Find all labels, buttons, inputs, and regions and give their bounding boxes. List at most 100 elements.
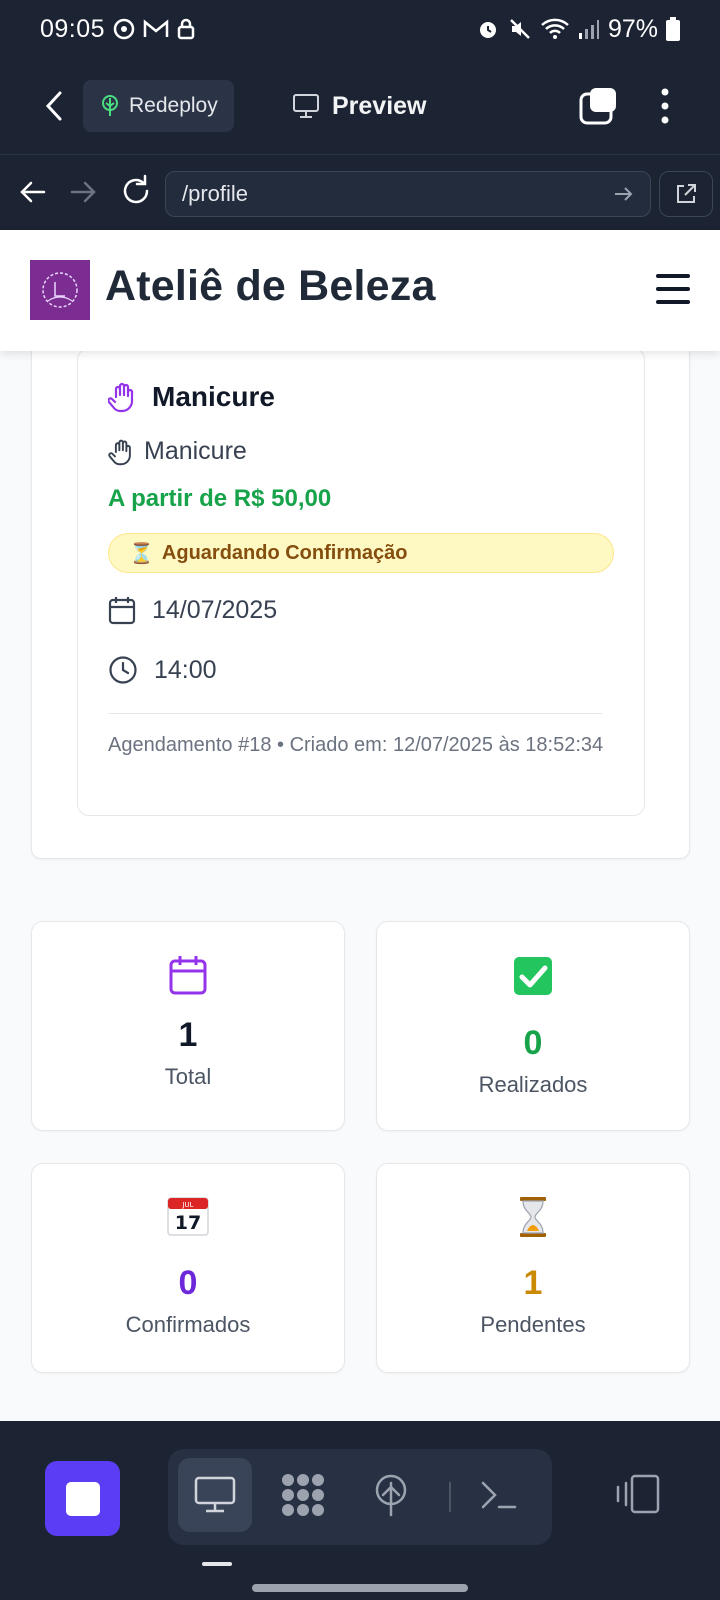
redeploy-tree-icon xyxy=(102,95,118,116)
appointment-time-row: 14:00 xyxy=(108,655,217,685)
stat-value: 0 xyxy=(523,1024,543,1062)
appointment-price: A partir de R$ 50,00 xyxy=(108,485,332,512)
appointment-service: Manicure xyxy=(144,437,247,465)
home-indicator[interactable] xyxy=(252,1584,468,1592)
wifi-icon xyxy=(540,17,570,41)
monitor-icon xyxy=(293,94,319,118)
status-bar: 09:05 97% xyxy=(0,0,720,58)
external-link-icon xyxy=(677,184,696,203)
hourglass-icon: ⏳ xyxy=(129,542,154,565)
tool-integrations[interactable] xyxy=(266,1458,340,1532)
gmail-icon xyxy=(143,19,169,39)
logo-emblem-icon xyxy=(42,272,78,308)
appointment-date-row: 14/07/2025 xyxy=(108,595,277,625)
menu-button[interactable] xyxy=(656,274,690,304)
device-frame-icon xyxy=(616,1474,660,1514)
stat-label: Realizados xyxy=(478,1072,588,1097)
url-field[interactable]: /profile xyxy=(165,171,651,217)
arrow-left-icon xyxy=(20,181,46,203)
arrow-right-icon xyxy=(70,181,96,203)
appointment-service-row: Manicure xyxy=(108,437,247,466)
signal-icon xyxy=(578,18,600,40)
integrations-icon xyxy=(282,1474,324,1516)
divider xyxy=(108,713,602,714)
stop-button[interactable] xyxy=(45,1461,120,1536)
browser-bar: /profile xyxy=(0,154,720,230)
alarm-icon xyxy=(476,17,500,41)
monitor-icon xyxy=(194,1476,236,1513)
appointment-title: Manicure xyxy=(152,381,275,412)
stat-card-confirmados: JUL 17 0 Confirmados xyxy=(31,1163,345,1373)
preview-label: Preview xyxy=(332,91,427,120)
calendar-icon xyxy=(108,597,136,625)
browser-back-button[interactable] xyxy=(16,175,50,209)
battery-percent: 97% xyxy=(607,14,658,43)
windows-button[interactable] xyxy=(578,86,618,126)
hand-icon xyxy=(108,382,134,413)
appointment-date: 14/07/2025 xyxy=(152,595,278,624)
calendar-icon xyxy=(169,956,207,995)
appointment-meta: Agendamento #18 • Criado em: 12/07/2025 … xyxy=(108,734,604,756)
back-button[interactable] xyxy=(36,86,72,126)
stat-card-total: 1 Total xyxy=(31,921,345,1131)
calendar-17-icon: JUL 17 xyxy=(167,1197,209,1236)
profile-content: Manicure Manicure A partir de R$ 50,00 ⏳… xyxy=(0,331,720,1421)
clock-icon xyxy=(109,656,137,684)
stat-label: Total xyxy=(164,1064,212,1089)
tool-deploy[interactable] xyxy=(354,1458,428,1532)
appointment-header: Manicure xyxy=(108,381,275,413)
stat-card-pendentes: 1 Pendentes xyxy=(376,1163,690,1373)
tool-group xyxy=(168,1449,552,1545)
sync-icon xyxy=(113,18,135,40)
svg-text:17: 17 xyxy=(175,1212,201,1234)
stacked-windows-icon xyxy=(579,88,616,125)
bottom-nav xyxy=(0,1421,720,1600)
appointment-card: Manicure Manicure A partir de R$ 50,00 ⏳… xyxy=(77,348,645,816)
terminal-icon xyxy=(481,1481,517,1509)
redeploy-label: Redeploy xyxy=(129,94,218,117)
url-go-icon[interactable] xyxy=(612,183,634,205)
preview-tab[interactable]: Preview xyxy=(292,82,427,130)
status-text: Aguardando Confirmação xyxy=(161,541,408,564)
open-external-button[interactable] xyxy=(659,171,713,217)
stat-label: Confirmados xyxy=(125,1312,251,1337)
stat-value: 1 xyxy=(523,1264,543,1302)
lock-icon xyxy=(177,18,195,40)
hamburger-line xyxy=(656,287,690,291)
device-toggle-button[interactable] xyxy=(614,1473,664,1517)
more-vertical-icon xyxy=(661,88,669,124)
hamburger-line xyxy=(656,274,690,278)
chevron-left-icon xyxy=(45,91,62,121)
site-title: Ateliê de Beleza xyxy=(105,262,436,310)
deploy-icon xyxy=(375,1474,407,1517)
hamburger-line xyxy=(656,300,690,304)
stat-value: 0 xyxy=(178,1264,198,1302)
stat-label: Pendentes xyxy=(480,1312,586,1337)
browser-forward-button[interactable] xyxy=(66,175,100,209)
tool-console[interactable] xyxy=(462,1458,536,1532)
check-mark-icon xyxy=(514,957,552,995)
appointment-time: 14:00 xyxy=(154,655,217,684)
tool-separator xyxy=(449,1482,451,1512)
battery-icon xyxy=(666,17,680,41)
site-logo[interactable] xyxy=(30,260,90,320)
active-tool-indicator xyxy=(202,1562,232,1566)
status-time: 09:05 xyxy=(40,14,106,43)
redeploy-button[interactable]: Redeploy xyxy=(83,80,234,132)
browser-reload-button[interactable] xyxy=(118,173,154,209)
mute-icon xyxy=(508,17,532,41)
tool-preview[interactable] xyxy=(178,1458,252,1532)
appointments-section: Manicure Manicure A partir de R$ 50,00 ⏳… xyxy=(31,331,690,859)
hand-icon xyxy=(108,439,131,465)
stat-value: 1 xyxy=(178,1016,198,1054)
stat-card-realizados: 0 Realizados xyxy=(376,921,690,1131)
stop-icon xyxy=(65,1481,100,1516)
svg-text:JUL: JUL xyxy=(181,1201,193,1209)
reload-icon xyxy=(123,174,149,204)
status-badge: ⏳ Aguardando Confirmação xyxy=(108,533,614,573)
more-options-button[interactable] xyxy=(650,84,680,128)
url-text: /profile xyxy=(182,181,249,206)
app-toolbar: Redeploy Preview xyxy=(0,58,720,154)
hourglass-icon xyxy=(520,1197,546,1237)
site-header: Ateliê de Beleza xyxy=(0,230,720,351)
